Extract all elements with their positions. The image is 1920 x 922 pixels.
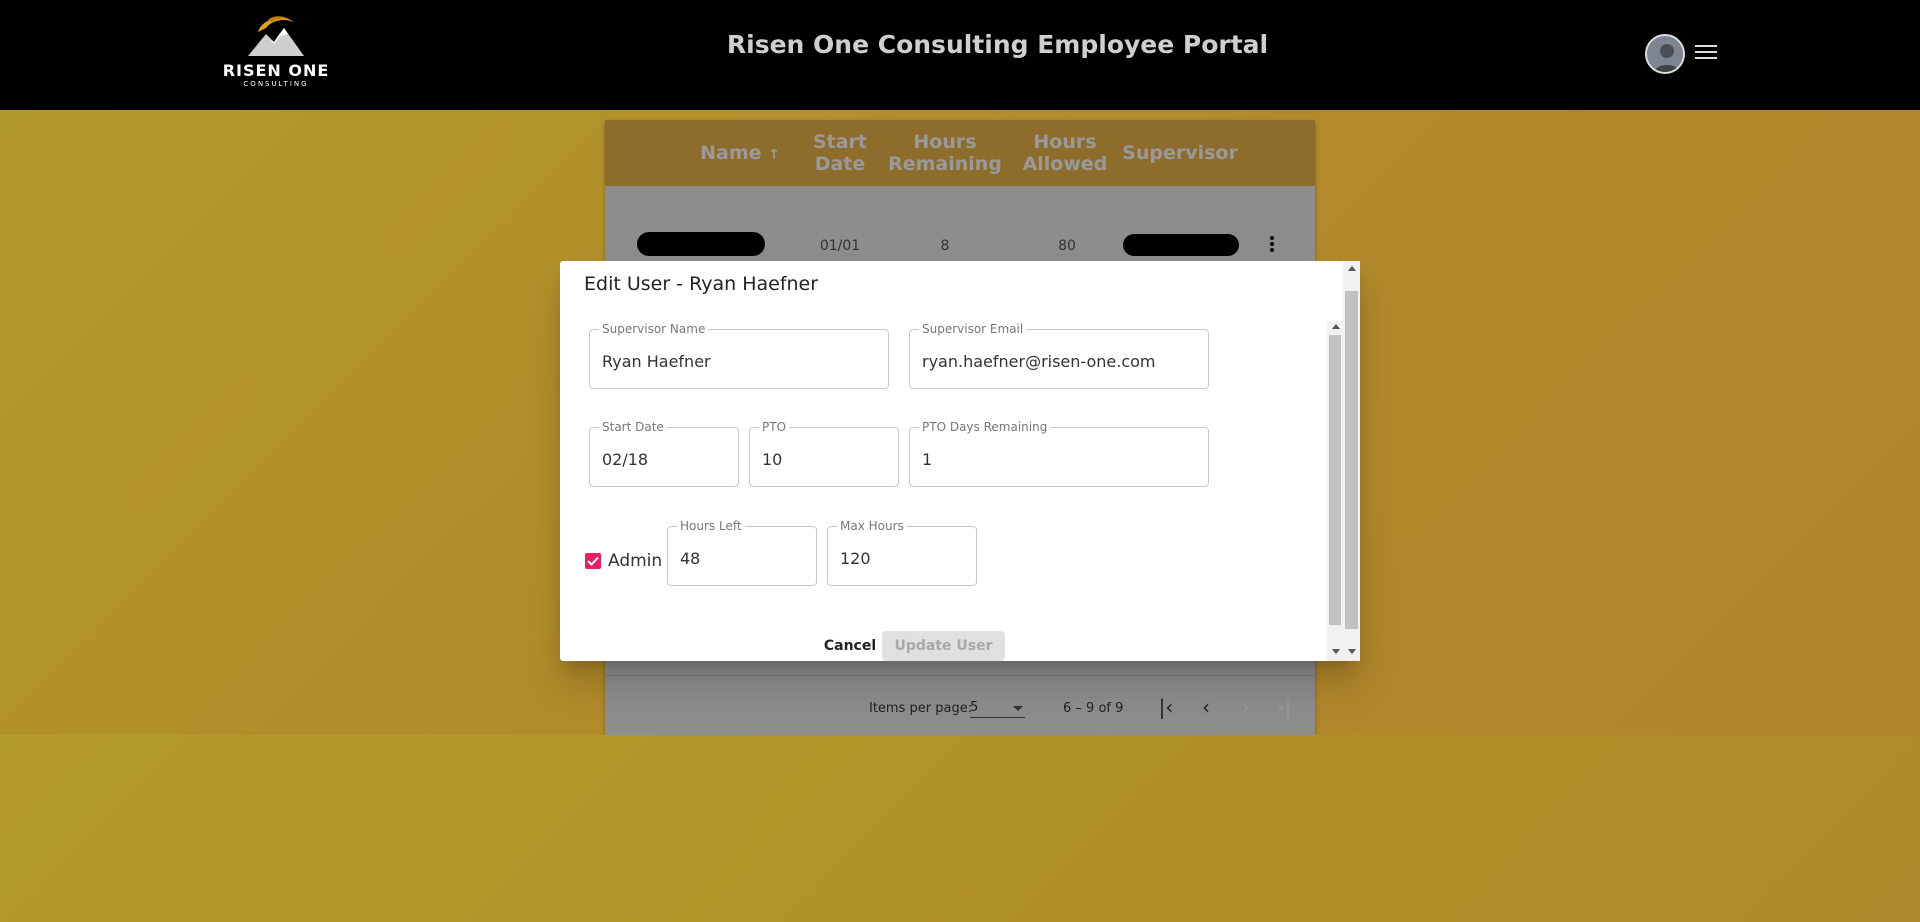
- risen-one-logo[interactable]: RISEN ONE CONSULTING: [222, 12, 330, 90]
- scrollbar-thumb[interactable]: [1329, 335, 1341, 625]
- supervisor-email-label: Supervisor Email: [919, 322, 1026, 336]
- app-header: RISEN ONE CONSULTING Risen One Consultin…: [0, 0, 1920, 110]
- user-avatar[interactable]: [1645, 34, 1685, 74]
- supervisor-email-field[interactable]: Supervisor Email: [909, 329, 1209, 389]
- first-page-icon[interactable]: |‹: [1153, 694, 1179, 720]
- page-range-label: 6 – 9 of 9: [1063, 701, 1123, 716]
- scroll-down-arrow-icon[interactable]: [1332, 649, 1340, 654]
- column-header-name-label: Name: [700, 142, 761, 164]
- avatar-image-icon: [1647, 36, 1685, 74]
- dialog-scrollbar[interactable]: [1343, 261, 1360, 661]
- max-hours-label: Max Hours: [837, 519, 907, 533]
- edit-user-dialog: Edit User - Ryan Haefner Supervisor Name…: [560, 261, 1360, 661]
- hours-left-field[interactable]: Hours Left: [667, 526, 817, 586]
- supervisor-name-field[interactable]: Supervisor Name: [589, 329, 889, 389]
- page-lower-background: [0, 735, 1920, 922]
- column-header-hours-remaining[interactable]: Hours Remaining: [880, 131, 1010, 175]
- redacted-name: [637, 232, 765, 256]
- supervisor-name-input[interactable]: [602, 352, 880, 371]
- hamburger-menu-icon[interactable]: [1695, 45, 1717, 61]
- scroll-down-arrow-icon[interactable]: [1348, 649, 1356, 654]
- row-hours-allowed: 80: [1037, 238, 1097, 254]
- mountain-logo-icon: [244, 12, 308, 60]
- dialog-title: Edit User - Ryan Haefner: [584, 273, 818, 295]
- row-start-date: 01/01: [810, 238, 870, 254]
- dialog-content-scrollbar[interactable]: [1327, 321, 1343, 661]
- logo-text: RISEN ONE: [222, 62, 330, 80]
- pto-label: PTO: [759, 420, 789, 434]
- items-per-page-label: Items per page:: [869, 701, 972, 716]
- checkmark-icon: [586, 554, 600, 568]
- update-user-button[interactable]: Update User: [882, 631, 1005, 661]
- admin-checkbox-label[interactable]: Admin: [608, 551, 662, 571]
- scroll-up-arrow-icon[interactable]: [1348, 266, 1356, 271]
- chevron-down-icon: [1013, 706, 1023, 711]
- column-header-name[interactable]: Name ↑: [665, 142, 815, 166]
- last-page-icon[interactable]: ›|: [1271, 694, 1297, 720]
- pto-input[interactable]: [762, 450, 890, 469]
- max-hours-field[interactable]: Max Hours: [827, 526, 977, 586]
- portal-title: Risen One Consulting Employee Portal: [700, 30, 1295, 59]
- start-date-input[interactable]: [602, 450, 730, 469]
- items-per-page-select[interactable]: 5: [970, 698, 1025, 718]
- column-header-supervisor[interactable]: Supervisor: [1110, 142, 1250, 164]
- redacted-supervisor: [1123, 234, 1239, 256]
- row-actions-menu-icon[interactable]: [1270, 236, 1276, 254]
- previous-page-icon[interactable]: ‹: [1193, 694, 1219, 720]
- sort-arrow-icon: ↑: [768, 147, 780, 163]
- start-date-label: Start Date: [599, 420, 667, 434]
- start-date-field[interactable]: Start Date: [589, 427, 739, 487]
- pto-days-remaining-input[interactable]: [922, 450, 1200, 469]
- logo-subtext: CONSULTING: [222, 80, 330, 88]
- hours-left-input[interactable]: [680, 549, 808, 568]
- pto-days-remaining-label: PTO Days Remaining: [919, 420, 1050, 434]
- row-hours-remaining: 8: [915, 238, 975, 254]
- next-page-icon[interactable]: ›: [1233, 694, 1259, 720]
- column-header-hours-allowed[interactable]: Hours Allowed: [1010, 131, 1120, 175]
- paginator: Items per page: 5 6 – 9 of 9 |‹ ‹ › ›|: [605, 675, 1315, 735]
- supervisor-email-input[interactable]: [922, 352, 1200, 371]
- max-hours-input[interactable]: [840, 549, 968, 568]
- admin-checkbox[interactable]: [585, 553, 601, 569]
- column-header-start-date[interactable]: Start Date: [795, 131, 885, 175]
- scrollbar-thumb[interactable]: [1345, 291, 1358, 629]
- supervisor-name-label: Supervisor Name: [599, 322, 708, 336]
- pto-field[interactable]: PTO: [749, 427, 899, 487]
- hours-left-label: Hours Left: [677, 519, 745, 533]
- table-header: Name ↑ Start Date Hours Remaining Hours …: [605, 120, 1315, 186]
- scroll-up-arrow-icon[interactable]: [1332, 324, 1340, 329]
- items-per-page-value: 5: [970, 700, 978, 715]
- pto-days-remaining-field[interactable]: PTO Days Remaining: [909, 427, 1209, 487]
